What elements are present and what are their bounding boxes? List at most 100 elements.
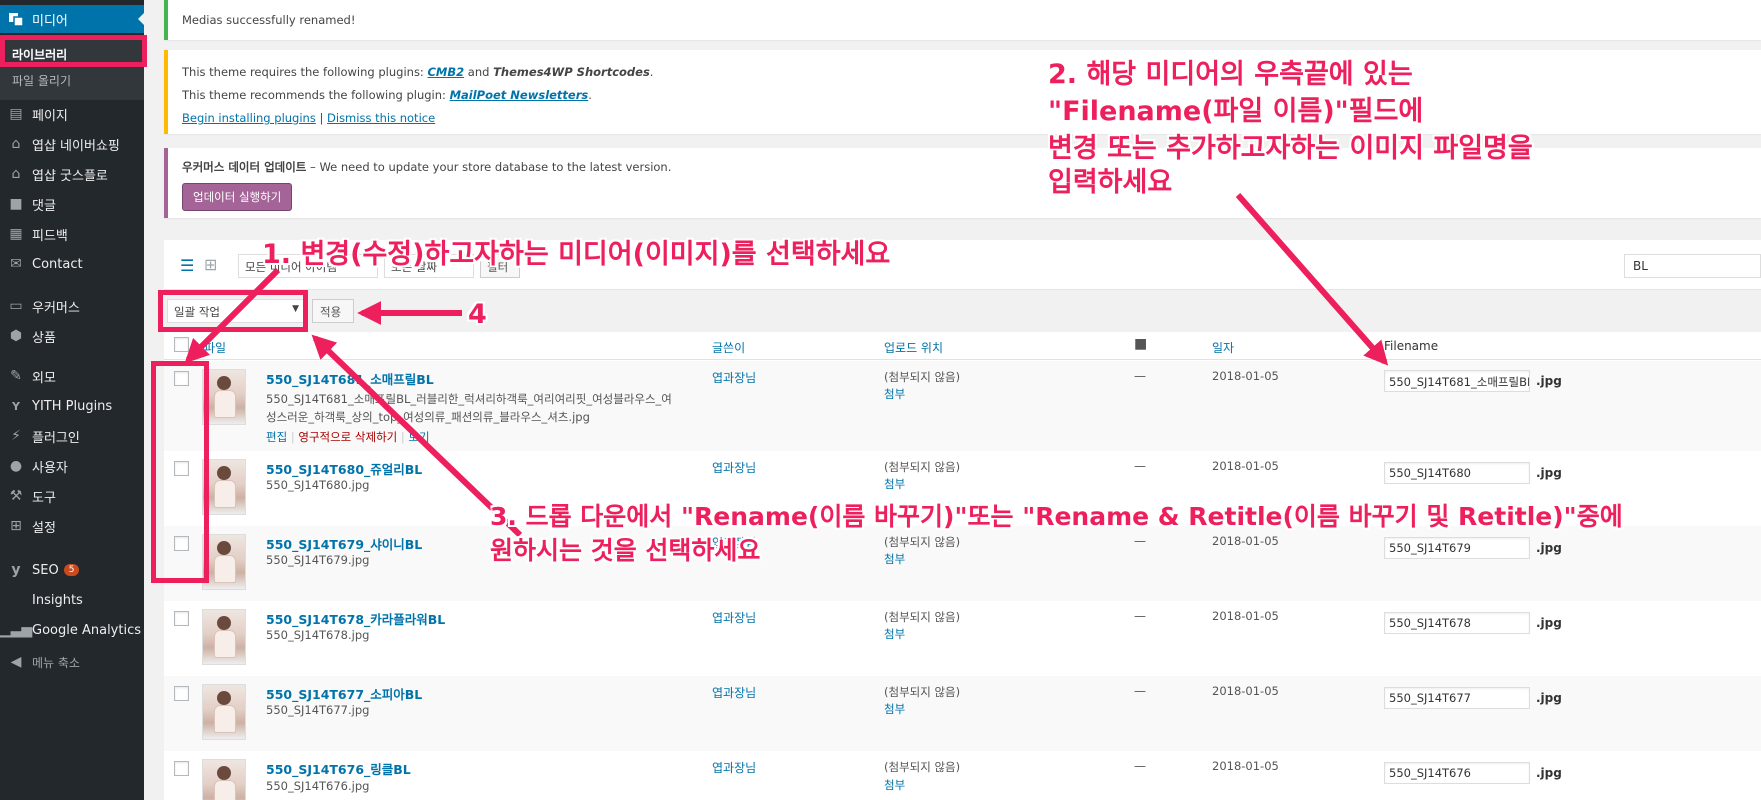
filename-input[interactable]: 550_SJ14T680 — [1384, 462, 1530, 484]
row-checkbox[interactable] — [174, 761, 189, 776]
file-extension: .jpg — [1536, 466, 1562, 480]
yoast-icon: y — [11, 562, 21, 578]
table-row: 550_SJ14T676_링클BL 550_SJ14T676.jpg 엽과장님 … — [164, 751, 1761, 800]
sidebar-item-naver[interactable]: ⌂ 엽샵 네이버쇼핑 — [0, 130, 144, 158]
media-thumbnail[interactable] — [202, 684, 246, 740]
row-checkbox[interactable] — [174, 686, 189, 701]
comment-count: — — [1134, 369, 1146, 383]
attach-link[interactable]: 첨부 — [884, 386, 905, 402]
unattached-text: (첨부되지 않음) — [884, 535, 961, 549]
submenu-upload[interactable]: 파일 올리기 — [12, 72, 71, 89]
shortcodes-plugin: Themes4WP Shortcodes — [493, 65, 650, 79]
unattached-text: (첨부되지 않음) — [884, 685, 961, 699]
attach-link[interactable]: 첨부 — [884, 701, 905, 717]
media-title-link[interactable]: 550_SJ14T679_샤이니BL — [266, 534, 422, 553]
wrench-icon: ⚒ — [9, 488, 23, 504]
author-link[interactable]: 엽과장님 — [712, 609, 756, 626]
select-all-checkbox[interactable] — [174, 337, 189, 352]
attach-link[interactable]: 첨부 — [884, 551, 905, 567]
column-date[interactable]: 일자 — [1212, 339, 1234, 356]
cmb2-link[interactable]: CMB2 — [427, 65, 464, 79]
sidebar-item-insights[interactable]: Insights — [0, 586, 144, 614]
delete-permanently-link[interactable]: 영구적으로 삭제하기 — [298, 430, 397, 444]
sidebar-item-goodsflow[interactable]: ⌂ 엽샵 굿스플로 — [0, 160, 144, 188]
sidebar-collapse[interactable]: ◀ 메뉴 축소 — [0, 648, 144, 676]
sidebar-item-settings[interactable]: ⊞ 설정 — [0, 512, 144, 540]
sidebar-item-contact[interactable]: ✉ Contact — [0, 250, 144, 278]
filename-input[interactable]: 550_SJ14T679 — [1384, 537, 1530, 559]
checkbox-highlight-box — [151, 361, 209, 583]
sidebar-item-appearance[interactable]: ✎ 외모 — [0, 362, 144, 390]
begin-installing-link[interactable]: Begin installing plugins — [182, 111, 316, 125]
sidebar-item-users[interactable]: ● 사용자 — [0, 452, 144, 480]
media-thumbnail[interactable] — [202, 609, 246, 665]
attach-link[interactable]: 첨부 — [884, 476, 905, 492]
upload-date: 2018-01-05 — [1212, 609, 1279, 623]
author-link[interactable]: 엽과장님 — [712, 759, 756, 776]
upload-date: 2018-01-05 — [1212, 534, 1279, 548]
table-row: 550_SJ14T681_소매프릴BL 550_SJ14T681_소매프릴BL_… — [164, 361, 1761, 451]
filename-input[interactable]: 550_SJ14T678 — [1384, 612, 1530, 634]
annotation-step-2-line-4: 입력하세요 — [1048, 167, 1173, 198]
sidebar-item-tools[interactable]: ⚒ 도구 — [0, 482, 144, 510]
media-filename: 550_SJ14T678.jpg — [266, 628, 370, 642]
annotation-step-4: 4 — [468, 299, 487, 330]
yith-icon: Y — [12, 399, 20, 413]
dismiss-notice-link[interactable]: Dismiss this notice — [327, 111, 435, 125]
grid-view-icon[interactable]: ⊞ — [204, 255, 217, 274]
sidebar-item-media[interactable]: 미디어 — [0, 5, 144, 33]
sidebar-item-seo[interactable]: y SEO 5 — [0, 556, 144, 584]
file-extension: .jpg — [1536, 766, 1562, 780]
list-view-icon[interactable]: ☰ — [180, 256, 194, 275]
column-file[interactable]: 파일 — [204, 339, 226, 356]
bulk-actions-bar: 일괄 작업 ▼ 적용 — [164, 290, 1761, 332]
media-title-link[interactable]: 550_SJ14T677_소피아BL — [266, 684, 422, 703]
filename-input[interactable]: 550_SJ14T677 — [1384, 687, 1530, 709]
column-uploaded-to[interactable]: 업로드 위치 — [884, 339, 943, 356]
comment-bubble-icon[interactable]: ■ — [1134, 336, 1147, 352]
sidebar-item-analytics[interactable]: ▁▃▅ Google Analytics — [0, 616, 144, 644]
sidebar-item-label: 메뉴 축소 — [32, 655, 80, 670]
upload-date: 2018-01-05 — [1212, 759, 1279, 773]
comment-icon: ■ — [9, 196, 23, 212]
column-author[interactable]: 글쓴이 — [712, 339, 745, 356]
apply-button[interactable]: 적용 — [312, 299, 354, 323]
search-input[interactable]: BL — [1624, 254, 1761, 278]
attach-link[interactable]: 첨부 — [884, 626, 905, 642]
row-checkbox[interactable] — [174, 611, 189, 626]
sidebar-item-feedback[interactable]: ▦ 피드백 — [0, 220, 144, 248]
author-link[interactable]: 엽과장님 — [712, 684, 756, 701]
filename-input[interactable]: 550_SJ14T681_소매프릴BL — [1384, 370, 1530, 392]
feedback-icon: ▦ — [9, 226, 23, 242]
run-update-button[interactable]: 업데이터 실행하기 — [182, 183, 293, 211]
author-link[interactable]: 엽과장님 — [712, 369, 756, 386]
media-filename: 550_SJ14T680.jpg — [266, 478, 370, 492]
attach-link[interactable]: 첨부 — [884, 777, 905, 793]
author-link[interactable]: 엽과장님 — [712, 459, 756, 476]
sidebar-item-comments[interactable]: ■ 댓글 — [0, 190, 144, 218]
media-thumbnail[interactable] — [202, 759, 246, 800]
admin-sidebar: 미디어 라이브러리 파일 올리기 ▤ 페이지 ⌂ 엽샵 네이버쇼핑 ⌂ 엽샵 굿… — [0, 0, 144, 800]
page-icon: ▤ — [9, 106, 23, 122]
sidebar-item-label: SEO — [32, 562, 59, 578]
box-icon: ⬢ — [9, 328, 23, 344]
media-filename: 550_SJ14T676.jpg — [266, 779, 370, 793]
mailpoet-link[interactable]: MailPoet Newsletters — [450, 88, 589, 102]
media-title-link[interactable]: 550_SJ14T678_카라플라워BL — [266, 609, 445, 628]
filename-input[interactable]: 550_SJ14T676 — [1384, 762, 1530, 784]
sidebar-item-products[interactable]: ⬢ 상품 — [0, 322, 144, 350]
sidebar-item-plugins[interactable]: ⚡ 플러그인 — [0, 422, 144, 450]
sidebar-item-pages[interactable]: ▤ 페이지 — [0, 100, 144, 128]
success-message: Medias successfully renamed! — [182, 13, 356, 27]
sidebar-item-yith[interactable]: Y YITH Plugins — [0, 392, 144, 420]
sidebar-item-woocommerce[interactable]: ▭ 우커머스 — [0, 292, 144, 320]
comment-count: — — [1134, 459, 1146, 473]
view-link[interactable]: 보기 — [408, 430, 429, 444]
edit-link[interactable]: 편집 — [266, 430, 287, 444]
annotation-step-2-line-2: "Filename(파일 이름)"필드에 — [1048, 96, 1424, 127]
media-title-link[interactable]: 550_SJ14T676_링클BL — [266, 759, 411, 778]
sidebar-item-label: 외모 — [32, 370, 56, 386]
media-title-link[interactable]: 550_SJ14T681_소매프릴BL — [266, 369, 434, 388]
media-title-link[interactable]: 550_SJ14T680_쥬얼리BL — [266, 459, 422, 478]
mail-icon: ✉ — [10, 256, 22, 272]
